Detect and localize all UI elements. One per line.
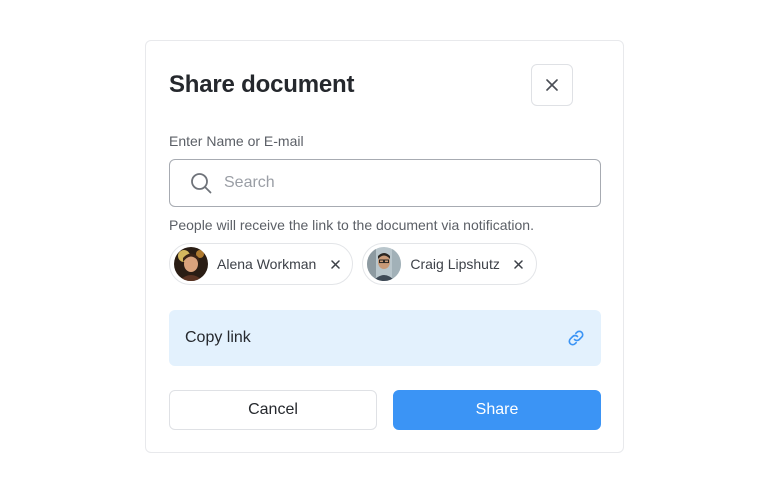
search-field[interactable] <box>169 159 601 207</box>
share-button[interactable]: Share <box>393 390 601 430</box>
search-input[interactable] <box>224 174 584 192</box>
people-chips: Alena Workman Craig Lipshutz <box>169 243 537 285</box>
search-icon <box>191 173 212 194</box>
cancel-button[interactable]: Cancel <box>169 390 377 430</box>
link-icon <box>568 330 584 346</box>
avatar <box>174 247 208 281</box>
notification-hint: People will receive the link to the docu… <box>169 217 534 233</box>
person-name: Craig Lipshutz <box>410 256 500 272</box>
close-icon <box>514 259 524 269</box>
person-chip-alena: Alena Workman <box>169 243 354 285</box>
close-button[interactable] <box>531 64 573 106</box>
avatar <box>367 247 402 281</box>
remove-person-button[interactable] <box>512 257 526 271</box>
share-dialog: Share document Enter Name or E-mail Peop… <box>145 40 624 453</box>
dialog-title: Share document <box>169 71 355 98</box>
remove-person-button[interactable] <box>328 257 342 271</box>
search-label: Enter Name or E-mail <box>169 133 304 149</box>
person-chip-craig: Craig Lipshutz <box>362 243 537 285</box>
person-name: Alena Workman <box>217 256 317 272</box>
close-icon <box>546 79 558 91</box>
copy-link-label: Copy link <box>185 329 251 346</box>
copy-link-button[interactable]: Copy link <box>169 310 601 366</box>
close-icon <box>331 259 340 269</box>
